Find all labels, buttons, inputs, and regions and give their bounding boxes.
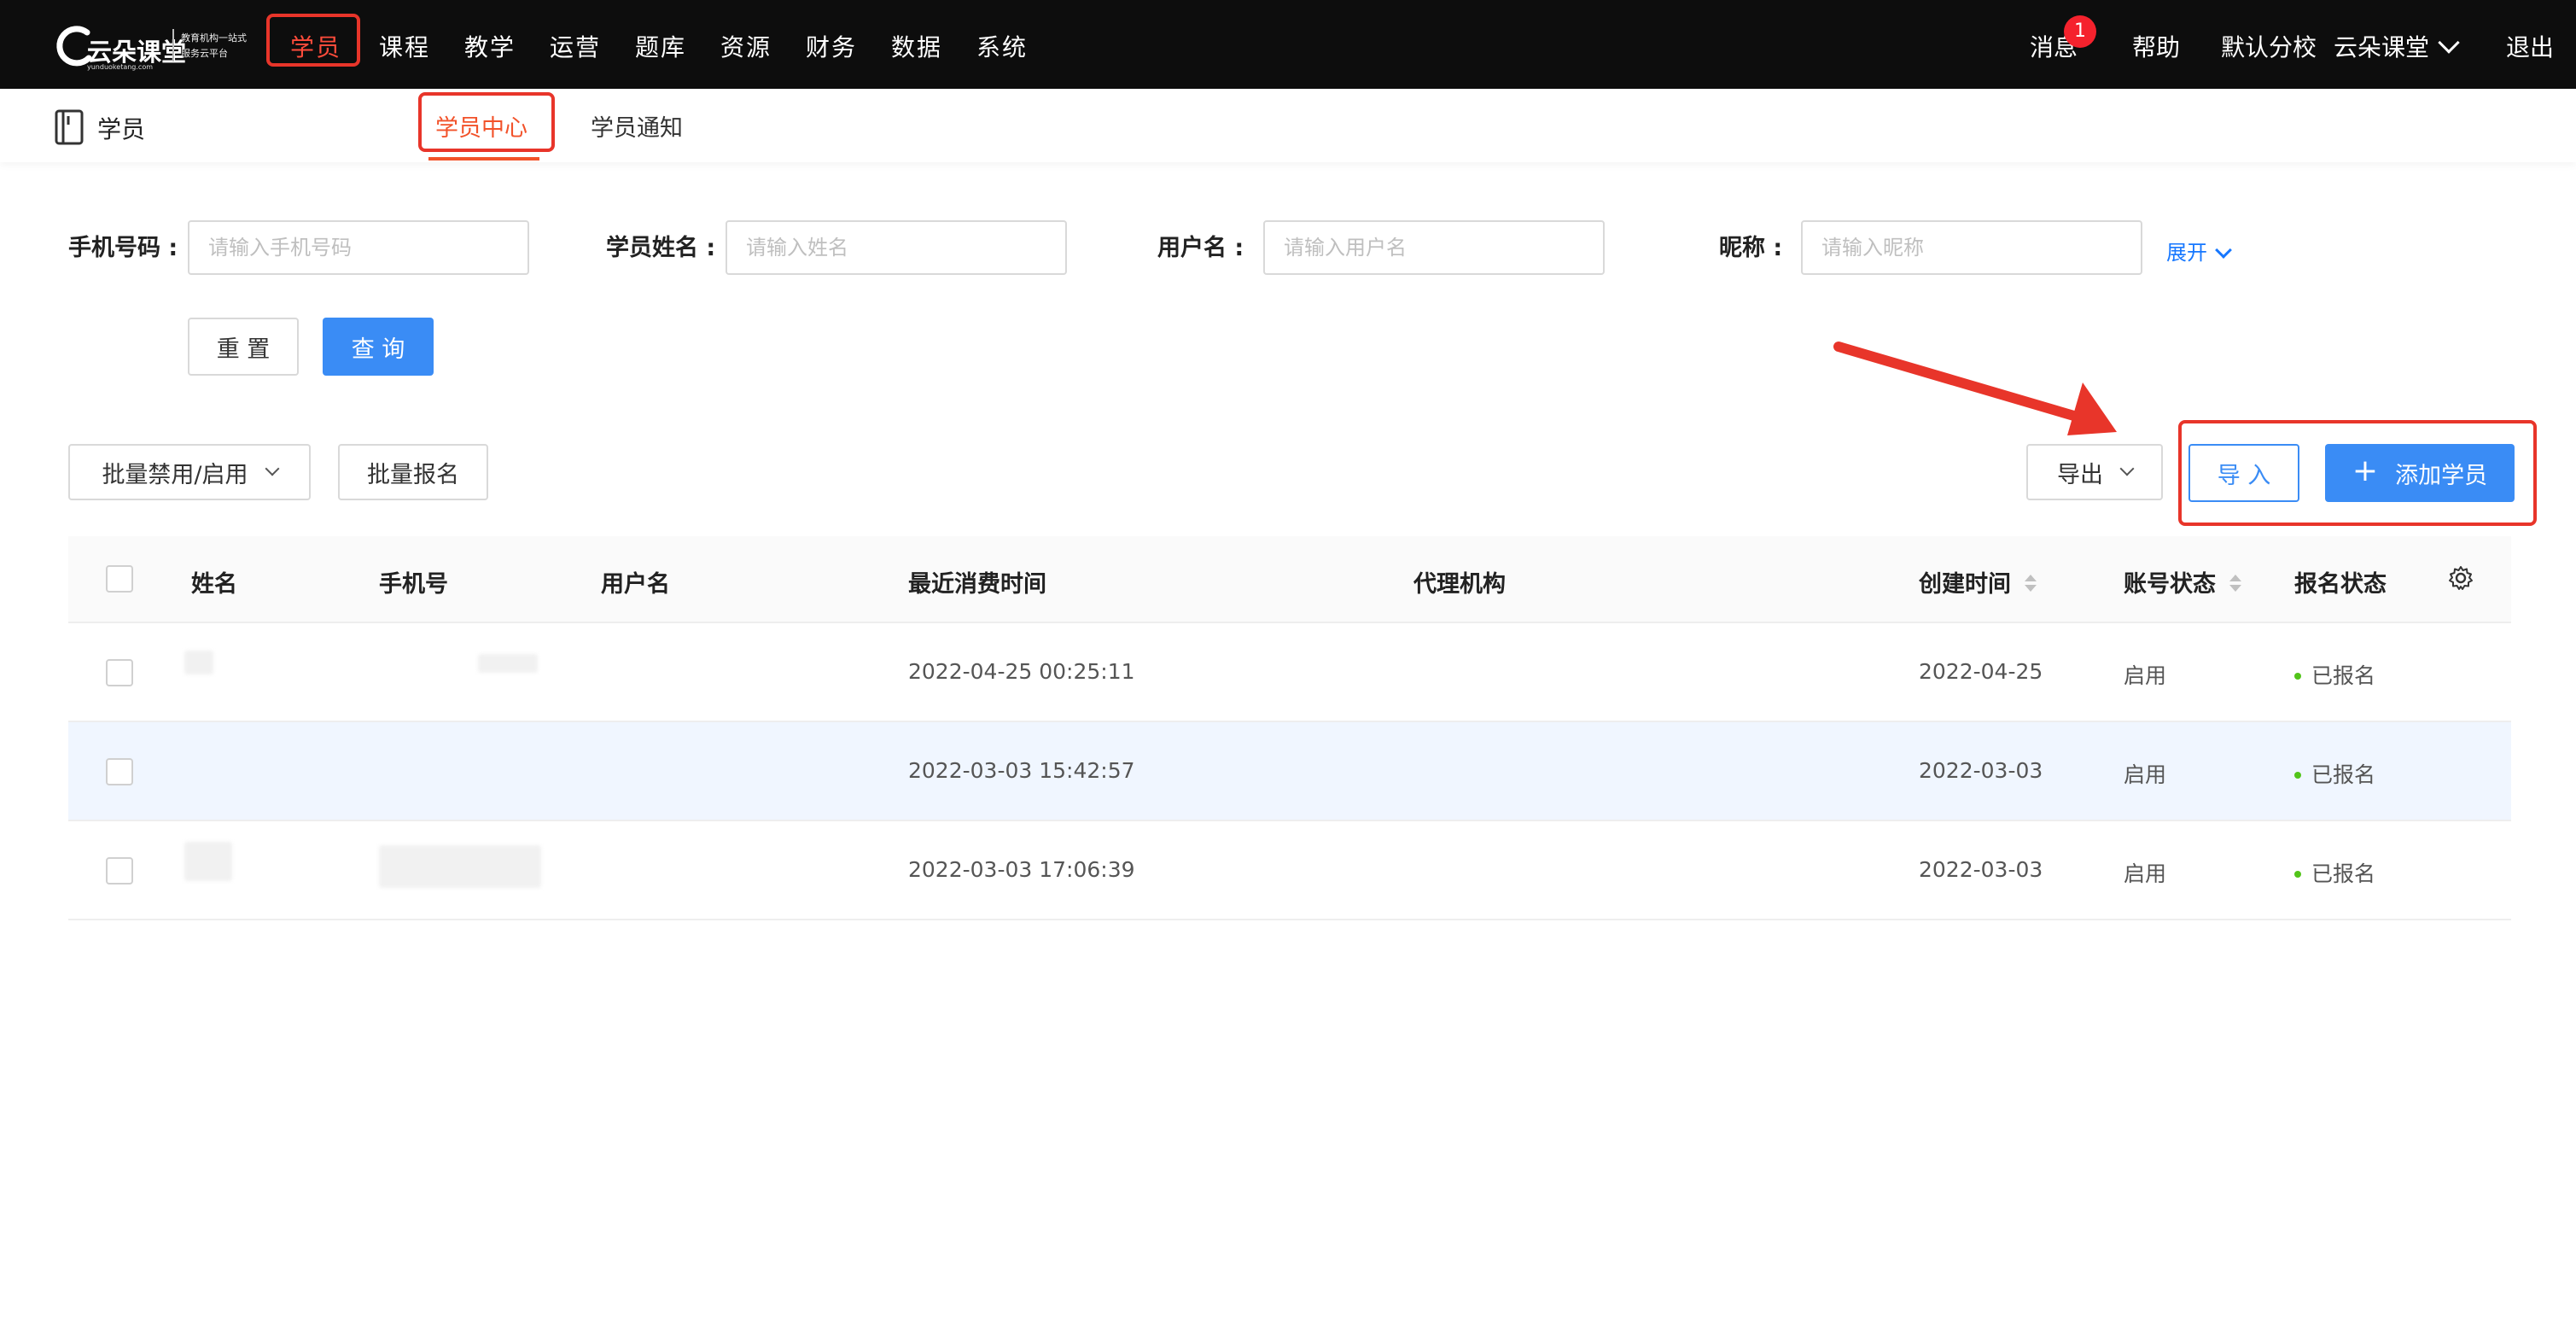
last-purchase-cell: 2022-03-03 15:42:57 xyxy=(908,758,1135,783)
nickname-filter-label: 昵称 : xyxy=(1719,235,1783,261)
redacted-name xyxy=(184,842,232,881)
messages-count-badge: 1 xyxy=(2064,15,2096,48)
table-row[interactable]: 2022-03-03 17:06:39 2022-03-03 启用 已报名 xyxy=(68,821,2511,920)
enroll-status-text: 已报名 xyxy=(2311,762,2376,787)
nav-item-finance[interactable]: 财务 xyxy=(806,29,857,63)
table-row[interactable]: 2022-04-25 00:25:11 2022-04-25 启用 已报名 xyxy=(68,623,2511,722)
name-filter-label: 学员姓名 : xyxy=(606,235,716,261)
nav-item-system[interactable]: 系统 xyxy=(976,29,1028,63)
row-checkbox[interactable] xyxy=(106,659,133,686)
phone-filter-label: 手机号码 : xyxy=(68,235,178,261)
column-header-agency: 代理机构 xyxy=(1413,571,1506,598)
column-header-name: 姓名 xyxy=(191,571,237,598)
brand-domain: yunduoketang.com xyxy=(87,63,154,71)
column-header-enroll-status: 报名状态 xyxy=(2294,571,2387,598)
row-checkbox[interactable] xyxy=(106,758,133,785)
logo-divider xyxy=(172,29,174,61)
nav-item-teaching[interactable]: 教学 xyxy=(464,29,516,63)
book-icon xyxy=(55,109,84,145)
column-header-last-purchase: 最近消费时间 xyxy=(908,571,1046,598)
section-header: 学员 学员中心 学员通知 xyxy=(0,89,2576,162)
annotation-arrow xyxy=(1833,342,2117,435)
sort-icon xyxy=(2025,573,2037,595)
brand-tagline: 教育机构一站式服务云平台 xyxy=(181,32,247,59)
nav-item-resources[interactable]: 资源 xyxy=(720,29,772,63)
sort-icon xyxy=(2229,573,2241,595)
status-dot xyxy=(2294,772,2301,779)
branch-switch[interactable]: 默认分校 xyxy=(2221,29,2317,63)
query-button[interactable]: 查 询 xyxy=(323,318,434,376)
table-row[interactable]: 2022-03-03 15:42:57 2022-03-03 启用 已报名 xyxy=(68,722,2511,821)
nav-item-data[interactable]: 数据 xyxy=(891,29,942,63)
enroll-status-cell: 已报名 xyxy=(2294,758,2375,789)
account-status-header-label: 账号状态 xyxy=(2124,571,2216,598)
username-filter-label: 用户名 : xyxy=(1157,235,1244,261)
logout-link[interactable]: 退出 xyxy=(2506,29,2554,63)
column-header-phone: 手机号 xyxy=(379,571,448,598)
tab-student-center[interactable]: 学员中心 xyxy=(435,109,527,143)
account-status-cell: 启用 xyxy=(2124,663,2167,688)
account-status-cell: 启用 xyxy=(2124,762,2167,787)
nav-item-courses[interactable]: 课程 xyxy=(379,29,430,63)
nav-item-students[interactable]: 学员 xyxy=(290,29,341,63)
enroll-status-text: 已报名 xyxy=(2311,861,2376,886)
redacted-phone xyxy=(379,845,541,888)
section-title: 学员 xyxy=(97,115,146,143)
last-purchase-cell: 2022-04-25 00:25:11 xyxy=(908,659,1135,684)
redacted-name xyxy=(184,651,213,674)
plus-icon: + xyxy=(2352,453,2379,488)
export-label: 导出 xyxy=(2057,461,2103,488)
created-header-label: 创建时间 xyxy=(1919,571,2011,598)
name-filter-input[interactable] xyxy=(726,220,1067,275)
nav-item-question-bank[interactable]: 题库 xyxy=(635,29,686,63)
school-dropdown[interactable]: 云朵课堂 xyxy=(2334,29,2460,63)
column-header-account-status[interactable]: 账号状态 xyxy=(2124,565,2241,598)
active-tab-underline xyxy=(428,157,539,161)
batch-toggle-label: 批量禁用/启用 xyxy=(102,461,248,488)
table-header: 姓名 手机号 用户名 最近消费时间 代理机构 创建时间 账号状态 报名状态 xyxy=(68,536,2511,623)
tab-student-notifications[interactable]: 学员通知 xyxy=(591,109,683,143)
enroll-status-text: 已报名 xyxy=(2311,663,2376,688)
created-cell: 2022-03-03 xyxy=(1919,857,2043,882)
last-purchase-cell: 2022-03-03 17:06:39 xyxy=(908,857,1135,882)
chevron-down-icon xyxy=(2119,461,2135,476)
batch-enroll-button[interactable]: 批量报名 xyxy=(338,444,488,500)
help-link[interactable]: 帮助 xyxy=(2132,29,2180,63)
column-header-username: 用户名 xyxy=(601,571,670,598)
nickname-filter-input[interactable] xyxy=(1801,220,2142,275)
created-cell: 2022-04-25 xyxy=(1919,659,2043,684)
add-student-label: 添加学员 xyxy=(2395,462,2488,489)
top-navigation-bar: 云朵课堂 yunduoketang.com 教育机构一站式服务云平台 学员 课程… xyxy=(0,0,2576,89)
import-button[interactable]: 导 入 xyxy=(2188,444,2299,502)
expand-label: 展开 xyxy=(2166,241,2207,265)
account-status-cell: 启用 xyxy=(2124,861,2167,886)
redacted-phone xyxy=(478,654,538,673)
export-dropdown[interactable]: 导出 xyxy=(2026,444,2163,500)
phone-filter-input[interactable] xyxy=(188,220,529,275)
username-filter-input[interactable] xyxy=(1263,220,1605,275)
enroll-status-cell: 已报名 xyxy=(2294,857,2375,888)
chevron-down-icon xyxy=(2215,242,2232,259)
expand-filters-link[interactable]: 展开 xyxy=(2166,236,2232,266)
gear-icon[interactable] xyxy=(2448,565,2474,591)
brand-logo[interactable]: 云朵课堂 yunduoketang.com 教育机构一站式服务云平台 xyxy=(53,19,251,71)
row-checkbox[interactable] xyxy=(106,857,133,885)
status-dot xyxy=(2294,673,2301,680)
select-all-checkbox[interactable] xyxy=(106,565,133,593)
column-header-created[interactable]: 创建时间 xyxy=(1919,565,2037,598)
created-cell: 2022-03-03 xyxy=(1919,758,2043,783)
status-dot xyxy=(2294,871,2301,878)
enroll-status-cell: 已报名 xyxy=(2294,659,2375,690)
school-name: 云朵课堂 xyxy=(2334,33,2430,61)
chevron-down-icon xyxy=(2438,32,2460,54)
reset-button[interactable]: 重 置 xyxy=(188,318,299,376)
add-student-button[interactable]: + 添加学员 xyxy=(2325,444,2515,502)
chevron-down-icon xyxy=(265,461,280,476)
nav-item-operations[interactable]: 运营 xyxy=(550,29,601,63)
batch-toggle-dropdown[interactable]: 批量禁用/启用 xyxy=(68,444,311,500)
